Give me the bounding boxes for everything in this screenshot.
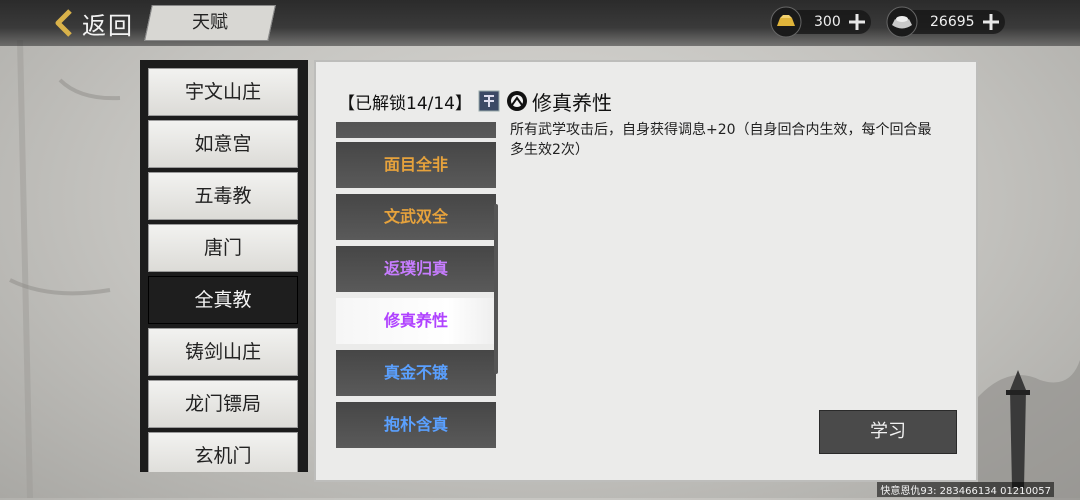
back-arrow-icon — [55, 9, 72, 37]
talent-title: 修真养性 — [532, 90, 612, 115]
add-gold-icon[interactable] — [847, 12, 867, 32]
sect-item[interactable]: 铸剑山庄 — [148, 328, 298, 376]
sect-item[interactable]: 如意宫 — [148, 120, 298, 168]
silver-currency: 26695 — [886, 6, 1005, 38]
add-silver-icon[interactable] — [981, 12, 1001, 32]
sword-decoration — [1006, 370, 1030, 488]
sect-item-active[interactable]: 全真教 — [148, 276, 298, 324]
talent-item-active[interactable]: 修真养性 — [336, 298, 496, 344]
sect-item[interactable]: 唐门 — [148, 224, 298, 272]
talent-item[interactable]: 真金不镀 — [336, 350, 496, 396]
talent-panel: 【已解锁14/14】 修真养性 面目全非 文武双全 返璞归真 修真养性 真金不镀… — [314, 60, 978, 482]
rank-badge-icon — [478, 90, 500, 112]
talent-description: 所有武学攻击后，自身获得调息+20（自身回合内生效，每个回合最多生效2次） — [510, 122, 932, 158]
talent-item[interactable]: 返璞归真 — [336, 246, 496, 292]
sect-item[interactable]: 龙门镖局 — [148, 380, 298, 428]
sect-list[interactable]: 宇文山庄 如意宫 五毒教 唐门 全真教 铸剑山庄 龙门镖局 玄机门 — [140, 60, 308, 472]
silver-ingot-icon — [886, 6, 918, 38]
sect-item[interactable]: 宇文山庄 — [148, 68, 298, 116]
talent-item[interactable]: 文武双全 — [336, 194, 496, 240]
page-title-tab: 天赋 — [144, 5, 276, 41]
talent-header: 【已解锁14/14】 修真养性 — [338, 86, 612, 116]
gold-amount: 300 — [814, 14, 841, 30]
page-title: 天赋 — [192, 12, 228, 33]
back-label: 返回 — [82, 11, 134, 40]
back-button[interactable]: 返回 — [52, 4, 134, 42]
silver-amount: 26695 — [930, 14, 975, 30]
talent-scrollbar[interactable] — [494, 204, 498, 374]
sect-item[interactable]: 五毒教 — [148, 172, 298, 220]
sect-item[interactable]: 玄机门 — [148, 432, 298, 472]
talent-item[interactable] — [336, 122, 496, 138]
learn-button[interactable]: 学习 — [819, 410, 957, 454]
talent-list[interactable]: 面目全非 文武双全 返璞归真 修真养性 真金不镀 抱朴含真 — [336, 122, 500, 472]
yin-yang-icon — [507, 91, 527, 111]
talent-item[interactable]: 面目全非 — [336, 142, 496, 188]
unlock-progress: 【已解锁14/14】 — [338, 93, 472, 114]
talent-item[interactable]: 抱朴含真 — [336, 402, 496, 448]
player-id-footer: 快意恩仇93: 283466134 01210057 — [877, 482, 1054, 497]
gold-ingot-icon — [770, 6, 802, 38]
gold-currency: 300 — [770, 6, 871, 38]
bamboo-decoration — [9, 40, 121, 498]
